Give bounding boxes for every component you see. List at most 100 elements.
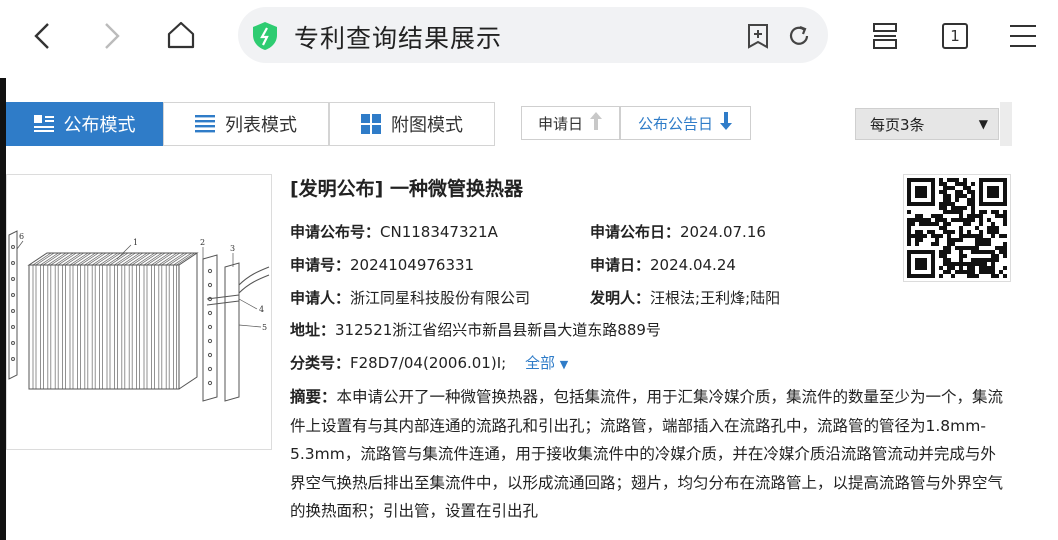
qr-module — [963, 222, 967, 226]
qr-module — [931, 222, 935, 226]
qr-module — [939, 250, 943, 254]
qr-module — [947, 250, 951, 254]
qr-module — [999, 250, 1003, 254]
qr-module — [983, 210, 987, 214]
qr-module — [975, 226, 979, 230]
qr-module — [911, 234, 915, 238]
tab-figure-mode[interactable]: 附图模式 — [329, 102, 495, 146]
qr-module — [995, 258, 999, 262]
qr-module — [995, 214, 999, 218]
caret-down-icon: ▼ — [978, 117, 988, 131]
qr-module — [951, 230, 955, 234]
qr-module — [971, 266, 975, 270]
qr-module — [963, 246, 967, 250]
qr-module — [943, 194, 947, 198]
sort-pub-date-button[interactable]: 公布公告日 — [620, 106, 751, 140]
qr-module — [1003, 274, 1007, 278]
per-page-select[interactable]: 每页3条 ▼ — [855, 108, 999, 140]
qr-module — [927, 222, 931, 226]
tab-list-mode[interactable]: 列表模式 — [163, 102, 329, 146]
tab-publish-mode[interactable]: 公布模式 — [6, 102, 163, 146]
tabs-icon[interactable]: 1 — [936, 18, 974, 54]
qr-module — [959, 258, 963, 262]
qr-module — [959, 254, 963, 258]
patent-figure[interactable]: 1 2 3 4 5 6 — [6, 174, 272, 450]
shield-icon — [252, 21, 278, 55]
qr-module — [991, 230, 995, 234]
sort-label: 申请日 — [537, 114, 583, 133]
qr-module — [979, 218, 983, 222]
menu-icon[interactable] — [1004, 18, 1042, 54]
qr-module — [939, 206, 943, 210]
figure-label: 5 — [262, 323, 267, 332]
qr-module — [947, 222, 951, 226]
qr-module — [907, 222, 911, 226]
qr-module — [907, 226, 911, 230]
qr-module — [979, 270, 983, 274]
qr-module — [947, 210, 951, 214]
qr-finder — [987, 186, 999, 198]
toolbar-edge — [1000, 102, 1012, 146]
address-bar[interactable]: 专利查询结果展示 — [238, 7, 828, 63]
caret-down-icon: ▼ — [559, 358, 569, 371]
qr-module — [919, 214, 923, 218]
pub-no-row: 申请公布号：CN118347321A — [290, 221, 498, 242]
qr-module — [991, 270, 995, 274]
qr-module — [923, 234, 927, 238]
qr-module — [963, 234, 967, 238]
qr-module — [951, 178, 955, 182]
sort-apply-date-button[interactable]: 申请日 — [521, 106, 620, 140]
qr-module — [939, 218, 943, 222]
qr-module — [943, 262, 947, 266]
field-label: 摘要： — [290, 388, 337, 406]
qr-module — [951, 274, 955, 278]
qr-module — [955, 246, 959, 250]
qr-module — [935, 234, 939, 238]
qr-module — [971, 258, 975, 262]
browser-toolbar: 专利查询结果展示 1 — [0, 0, 1058, 78]
field-label: 发明人： — [590, 289, 651, 307]
qr-module — [967, 190, 971, 194]
qr-module — [943, 198, 947, 202]
home-icon[interactable] — [162, 16, 200, 54]
qr-module — [951, 186, 955, 190]
qr-module — [959, 210, 963, 214]
qr-module — [995, 254, 999, 258]
qr-module — [991, 222, 995, 226]
qr-module — [991, 234, 995, 238]
show-all-classes-button[interactable]: 全部 ▼ — [525, 354, 568, 372]
qr-module — [1003, 254, 1007, 258]
reader-mode-icon[interactable] — [866, 18, 904, 54]
qr-module — [963, 186, 967, 190]
back-icon[interactable] — [24, 18, 60, 54]
arrow-up-icon — [589, 111, 603, 135]
refresh-icon[interactable] — [786, 23, 812, 53]
qr-module — [979, 258, 983, 262]
qr-module — [999, 214, 1003, 218]
qr-module — [959, 206, 963, 210]
qr-module — [915, 234, 919, 238]
qr-module — [983, 250, 987, 254]
heat-exchanger-drawing: 1 2 3 4 5 6 — [8, 230, 270, 402]
qr-module — [939, 234, 943, 238]
qr-module — [987, 218, 991, 222]
qr-module — [1003, 210, 1007, 214]
qr-module — [955, 210, 959, 214]
qr-module — [967, 218, 971, 222]
field-label: 申请号： — [290, 256, 351, 274]
app-no-row: 申请号：2024104976331 — [290, 254, 474, 275]
qr-module — [995, 246, 999, 250]
qr-module — [987, 230, 991, 234]
qr-module — [943, 218, 947, 222]
qr-module — [943, 254, 947, 258]
qr-module — [1003, 234, 1007, 238]
qr-module — [959, 194, 963, 198]
forward-icon[interactable] — [94, 18, 130, 54]
add-bookmark-icon[interactable] — [746, 23, 770, 53]
qr-module — [915, 218, 919, 222]
qr-module — [967, 274, 971, 278]
patent-title[interactable]: [发明公布] 一种微管换热器 — [290, 174, 523, 201]
display-mode-tabs: 公布模式 列表模式 附图模式 — [6, 102, 495, 146]
abstract-text: 本申请公开了一种微管换热器，包括集流件，用于汇集冷媒介质，集流件的数量至少为一个… — [290, 388, 1004, 520]
qr-module — [995, 274, 999, 278]
